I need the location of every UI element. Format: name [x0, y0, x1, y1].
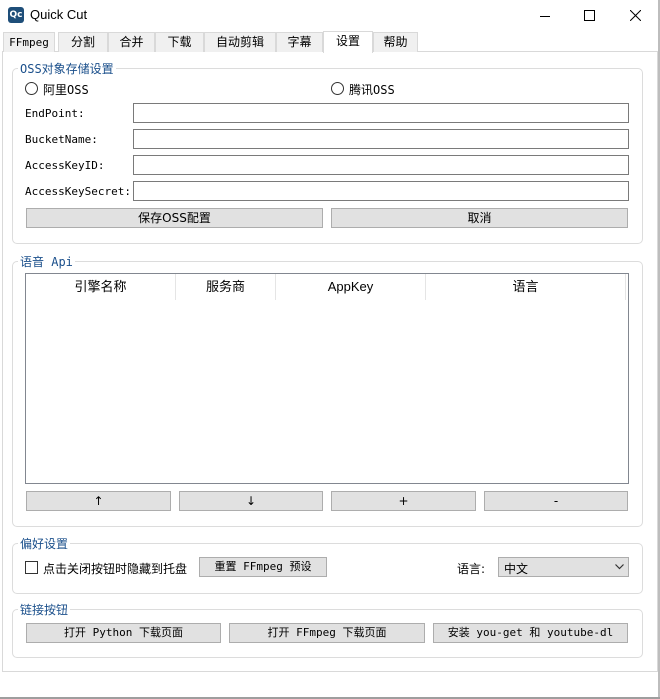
tab-merge[interactable]: 合并: [108, 32, 155, 52]
open-ffmpeg-download-button[interactable]: 打开 FFmpeg 下载页面: [229, 623, 425, 643]
aliyun-radio-label: 阿里OSS: [43, 83, 89, 97]
access-key-secret-label: AccessKeySecret:: [25, 185, 131, 198]
column-header-appkey[interactable]: AppKey: [276, 274, 426, 300]
cancel-oss-button[interactable]: 取消: [331, 208, 628, 228]
reset-ffmpeg-presets-button[interactable]: 重置 FFmpeg 预设: [199, 557, 327, 577]
tab-settings[interactable]: 设置: [323, 31, 373, 53]
close-icon: [629, 10, 641, 21]
tab-help[interactable]: 帮助: [373, 32, 418, 52]
speech-api-group-title: 语音 Api: [18, 255, 75, 269]
hide-to-tray-label: 点击关闭按钮时隐藏到托盘: [43, 562, 188, 576]
maximize-icon: [583, 10, 595, 21]
move-up-button[interactable]: ↑: [26, 491, 171, 511]
aliyun-radio[interactable]: [25, 82, 38, 95]
endpoint-label: EndPoint:: [25, 107, 85, 120]
tab-split[interactable]: 分割: [58, 32, 108, 52]
preferences-group-title: 偏好设置: [18, 537, 71, 551]
tencent-radio-label: 腾讯OSS: [349, 83, 395, 97]
hide-to-tray-checkbox[interactable]: [25, 561, 38, 574]
language-select-value: 中文: [504, 562, 529, 576]
tab-ffmpeg[interactable]: FFmpeg: [3, 32, 55, 52]
install-youget-youtubedl-button[interactable]: 安装 you-get 和 youtube-dl: [433, 623, 628, 643]
endpoint-input[interactable]: [133, 103, 629, 123]
window-title: Quick Cut: [30, 7, 88, 22]
tencent-radio[interactable]: [331, 82, 344, 95]
column-header-engine-name[interactable]: 引擎名称: [26, 274, 176, 300]
bucket-input[interactable]: [133, 129, 629, 149]
close-button[interactable]: [612, 0, 658, 31]
access-key-id-label: AccessKeyID:: [25, 159, 105, 172]
title-bar: Qc Quick Cut: [0, 0, 660, 31]
minimize-button[interactable]: [522, 0, 568, 31]
oss-group-title: OSS对象存储设置: [18, 62, 116, 76]
chevron-down-icon: [615, 564, 624, 570]
open-python-download-button[interactable]: 打开 Python 下载页面: [26, 623, 221, 643]
access-key-secret-input[interactable]: [133, 181, 629, 201]
remove-api-button[interactable]: -: [484, 491, 628, 511]
tab-subtitles[interactable]: 字幕: [276, 32, 323, 52]
save-oss-button[interactable]: 保存OSS配置: [26, 208, 323, 228]
move-down-button[interactable]: ↓: [179, 491, 323, 511]
column-header-provider[interactable]: 服务商: [176, 274, 276, 300]
access-key-id-input[interactable]: [133, 155, 629, 175]
column-header-language[interactable]: 语言: [426, 274, 626, 300]
tab-auto-edit[interactable]: 自动剪辑: [204, 32, 276, 52]
bucket-label: BucketName:: [25, 133, 98, 146]
links-group-title: 链接按钮: [18, 603, 71, 617]
speech-api-table[interactable]: 引擎名称 服务商 AppKey 语言: [25, 273, 629, 484]
add-api-button[interactable]: +: [331, 491, 476, 511]
language-label: 语言:: [457, 562, 486, 576]
maximize-button[interactable]: [566, 0, 612, 31]
language-select[interactable]: 中文: [498, 557, 629, 577]
tab-download[interactable]: 下载: [155, 32, 204, 52]
app-icon: Qc: [8, 7, 24, 23]
minimize-icon: [540, 15, 550, 17]
